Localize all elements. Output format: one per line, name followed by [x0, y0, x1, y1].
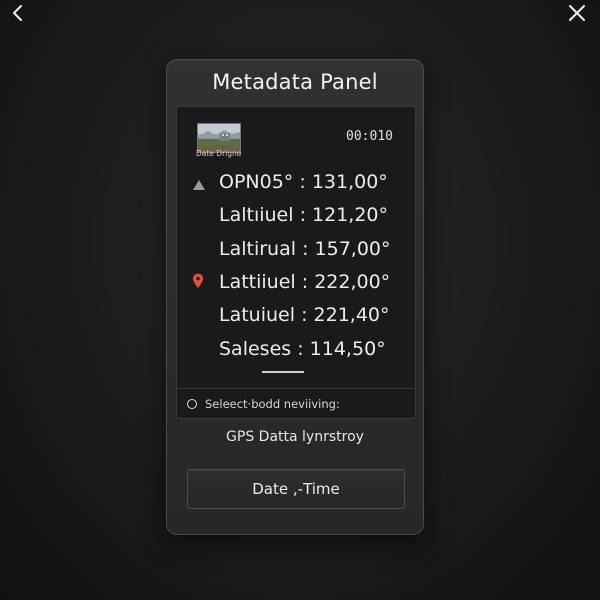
divider: [177, 388, 415, 389]
metadata-row: Latuiuel : 221,40°: [219, 304, 390, 326]
row-underline: [262, 371, 304, 373]
row-label: OPN05°: [219, 171, 294, 193]
select-radio-option[interactable]: Seleect·bodd neviiving:: [187, 397, 340, 411]
row-separator: :: [301, 304, 308, 326]
triangle-up-icon: [192, 176, 206, 195]
row-separator: :: [301, 271, 309, 293]
metadata-content: Date Drigne 00:010 OPN05° : 131,00° Lalt…: [176, 106, 416, 419]
row-label: Saleses: [219, 338, 292, 360]
row-separator: :: [302, 238, 309, 260]
row-value: 222,00°: [314, 271, 391, 293]
thumbnail-label: Date Drigne: [196, 149, 242, 158]
row-value: 114,50°: [309, 338, 386, 360]
metadata-row: OPN05° : 131,00°: [219, 171, 388, 193]
row-label: Lattiiuel: [219, 271, 296, 293]
panel-title: Metadata Panel: [212, 70, 378, 94]
row-value: 221,40°: [313, 304, 390, 326]
close-icon: [569, 5, 585, 21]
gps-caption: GPS Datta lynrstroy: [226, 429, 364, 445]
row-label: Laltirual: [219, 238, 297, 260]
metadata-panel: Metadata Panel Date Drigne 00:010 OPN05°…: [166, 59, 424, 535]
radio-button[interactable]: [187, 399, 197, 409]
metadata-row: Lattiiuel : 222,00°: [219, 271, 390, 293]
row-value: 131,00°: [311, 171, 388, 193]
row-value: 121,20°: [312, 204, 389, 226]
row-value: 157,00°: [314, 238, 391, 260]
timestamp: 00:010: [346, 129, 393, 144]
row-separator: :: [299, 171, 306, 193]
row-separator: :: [299, 204, 306, 226]
location-pin-icon: [192, 273, 204, 293]
landscape-thumbnail-image: [198, 124, 240, 152]
back-button[interactable]: [0, 0, 34, 26]
metadata-row: Laltirual : 157,00°: [219, 238, 391, 260]
row-separator: :: [297, 338, 304, 360]
chevron-left-icon: [13, 5, 22, 21]
close-button[interactable]: [560, 0, 594, 26]
metadata-row: Saleses : 114,50°: [219, 338, 386, 360]
row-label: Laltıiuel: [219, 204, 294, 226]
metadata-row: Laltıiuel : 121,20°: [219, 204, 388, 226]
row-label: Latuiuel: [219, 304, 296, 326]
date-time-button[interactable]: Date ,‑Time: [187, 469, 405, 509]
radio-label: Seleect·bodd neviiving:: [205, 397, 340, 411]
